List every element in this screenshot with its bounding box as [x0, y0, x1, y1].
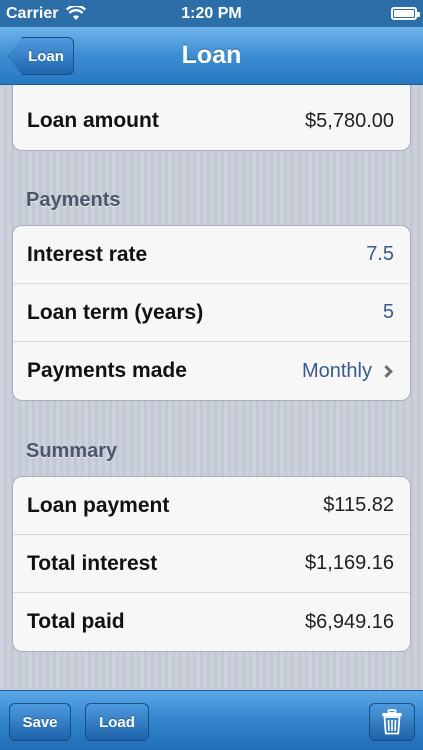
interest-rate-row[interactable]: Interest rate 7.5 [13, 226, 410, 284]
loan-term-label: Loan term (years) [27, 300, 204, 324]
summary-section-header: Summary [26, 440, 118, 462]
save-button[interactable]: Save [9, 703, 71, 741]
loan-term-value: 5 [382, 301, 394, 323]
loan-payment-value: $115.82 [323, 494, 394, 516]
back-button[interactable]: Loan [8, 37, 74, 75]
total-interest-value: $1,169.16 [305, 552, 394, 574]
loan-payment-row: Loan payment $115.82 [13, 477, 410, 535]
interest-rate-label: Interest rate [27, 242, 148, 266]
status-left: Carrier [6, 4, 87, 23]
loan-amount-row[interactable]: Loan amount $5,780.00 [13, 85, 410, 150]
payments-made-value-wrap: Monthly [302, 360, 394, 383]
navigation-bar: Loan Loan [0, 27, 423, 85]
total-interest-row: Total interest $1,169.16 [13, 535, 410, 593]
battery-level [394, 10, 414, 17]
bottom-toolbar: Save Load [0, 690, 423, 750]
payments-group: Interest rate 7.5 Loan term (years) 5 Pa… [12, 225, 411, 401]
total-interest-label: Total interest [27, 551, 158, 575]
loan-amount-label: Loan amount [27, 109, 159, 132]
total-paid-value: $6,949.16 [305, 610, 394, 633]
summary-group: Loan payment $115.82 Total interest $1,1… [12, 476, 411, 652]
payments-section-header: Payments [26, 189, 121, 211]
delete-button[interactable] [369, 703, 415, 741]
chevron-right-icon [380, 364, 393, 378]
total-paid-label: Total paid [27, 610, 125, 633]
payments-made-row[interactable]: Payments made Monthly [13, 342, 410, 400]
payments-made-value: Monthly [301, 359, 372, 382]
content-scroll-area[interactable]: Loan amount $5,780.00 Payments Interest … [0, 85, 423, 690]
loan-amount-value: $5,780.00 [305, 109, 394, 132]
battery-icon [391, 7, 420, 20]
total-paid-row: Total paid $6,949.16 [13, 593, 410, 651]
payments-made-label: Payments made [27, 359, 187, 382]
wifi-icon [66, 6, 87, 20]
loan-payment-label: Loan payment [27, 493, 170, 517]
interest-rate-value: 7.5 [366, 243, 394, 265]
loan-term-row[interactable]: Loan term (years) 5 [13, 284, 410, 342]
carrier-label: Carrier [6, 4, 59, 22]
load-button[interactable]: Load [85, 703, 149, 741]
status-bar: Carrier 1:20 PM [0, 0, 423, 27]
trash-icon [382, 709, 402, 735]
loan-amount-group: Loan amount $5,780.00 [12, 85, 411, 151]
